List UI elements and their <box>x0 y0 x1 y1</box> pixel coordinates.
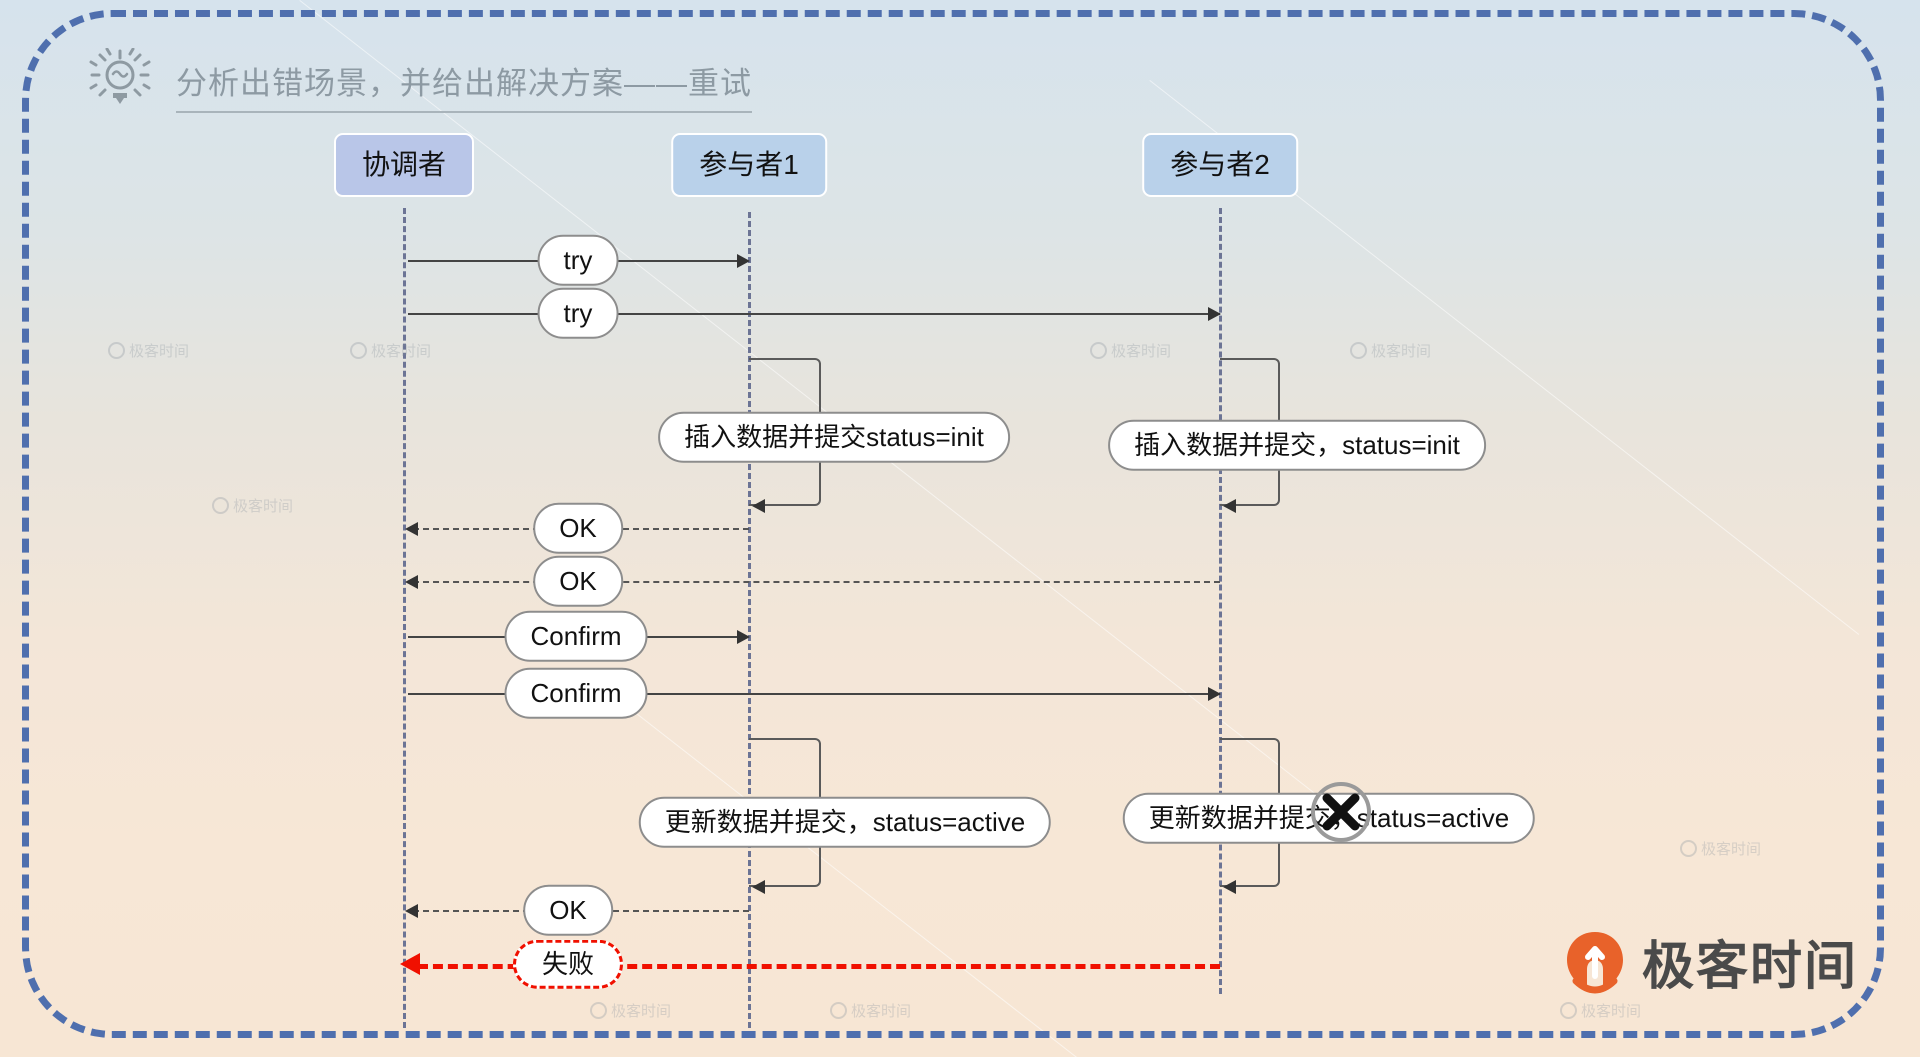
watermark-mark <box>350 342 367 359</box>
watermark-mark <box>1350 342 1367 359</box>
watermark-text: 极客时间 <box>129 343 190 360</box>
brand-logo-text: 极客时间 <box>1641 938 1858 996</box>
arrow-head-fail <box>400 953 420 975</box>
watermark-text: 极客时间 <box>233 498 294 515</box>
actor-participant1[interactable]: 参与者1 <box>671 133 827 197</box>
arrow-head-ok-2 <box>405 575 418 589</box>
message-label-fail[interactable]: 失败 <box>512 939 624 989</box>
watermark-text: 极客时间 <box>1581 1003 1642 1020</box>
page-title: 分析出错场景，并给出解决方案——重试 <box>176 58 752 113</box>
watermark: 极客时间 <box>1680 838 1761 859</box>
arrow-head-try-1 <box>737 254 750 268</box>
watermark-text: 极客时间 <box>611 1003 672 1020</box>
actor-coordinator[interactable]: 协调者 <box>333 133 475 197</box>
message-label-update-p1[interactable]: 更新数据并提交，status=active <box>638 796 1052 848</box>
actor-participant2-label: 参与者2 <box>1170 149 1270 180</box>
brand-logo: 极客时间 <box>1562 924 1858 999</box>
watermark-text: 极客时间 <box>851 1003 912 1020</box>
watermark-mark <box>212 497 229 514</box>
watermark-mark <box>1560 1002 1577 1019</box>
arrow-head-insert-p2 <box>1223 499 1236 513</box>
arrow-head-ok-3 <box>405 904 418 918</box>
message-label-ok-3[interactable]: OK <box>523 884 613 936</box>
arrow-head-confirm-2 <box>1208 687 1221 701</box>
actor-coordinator-label: 协调者 <box>361 149 447 180</box>
watermark-text: 极客时间 <box>371 343 432 360</box>
watermark: 极客时间 <box>212 495 293 516</box>
watermark-mark <box>590 1002 607 1019</box>
watermark-mark <box>108 342 125 359</box>
arrow-head-update-p2 <box>1223 880 1236 894</box>
diagram-canvas: 分析出错场景，并给出解决方案——重试 协调者 参与者1 参与者2 try try… <box>0 0 1920 1057</box>
watermark: 极客时间 <box>1560 1000 1641 1021</box>
watermark: 极客时间 <box>590 1000 671 1021</box>
watermark-mark <box>1090 342 1107 359</box>
message-line-try-2 <box>408 313 1220 315</box>
decorative-diagonal <box>619 700 1172 1057</box>
arrow-head-insert-p1 <box>752 499 765 513</box>
watermark: 极客时间 <box>108 340 189 361</box>
actor-participant2[interactable]: 参与者2 <box>1142 133 1298 197</box>
failure-x-icon <box>1311 782 1371 842</box>
lifeline-participant1 <box>748 212 751 1028</box>
message-label-confirm-2[interactable]: Confirm <box>504 667 648 719</box>
message-label-insert-p1[interactable]: 插入数据并提交status=init <box>658 411 1010 463</box>
slide-border-frame <box>22 10 1884 1038</box>
watermark: 极客时间 <box>350 340 431 361</box>
watermark: 极客时间 <box>830 1000 911 1021</box>
arrow-head-confirm-1 <box>737 630 750 644</box>
message-label-try-2[interactable]: try <box>537 287 619 339</box>
message-label-try-1[interactable]: try <box>537 234 619 286</box>
watermark: 极客时间 <box>1090 340 1171 361</box>
lightbulb-icon <box>89 48 151 104</box>
watermark: 极客时间 <box>1350 340 1431 361</box>
arrow-head-try-2 <box>1208 307 1221 321</box>
watermark-text: 极客时间 <box>1701 841 1762 858</box>
message-label-ok-2[interactable]: OK <box>533 555 623 607</box>
watermark-mark <box>1680 840 1697 857</box>
message-label-confirm-1[interactable]: Confirm <box>504 610 648 662</box>
watermark-text: 极客时间 <box>1371 343 1432 360</box>
watermark-mark <box>830 1002 847 1019</box>
message-label-insert-p2[interactable]: 插入数据并提交，status=init <box>1108 419 1486 471</box>
geektime-logo-icon <box>1566 931 1623 993</box>
arrow-head-update-p1 <box>752 880 765 894</box>
arrow-head-ok-1 <box>405 522 418 536</box>
watermark-text: 极客时间 <box>1111 343 1172 360</box>
actor-participant1-label: 参与者1 <box>699 149 799 180</box>
message-label-ok-1[interactable]: OK <box>533 502 623 554</box>
